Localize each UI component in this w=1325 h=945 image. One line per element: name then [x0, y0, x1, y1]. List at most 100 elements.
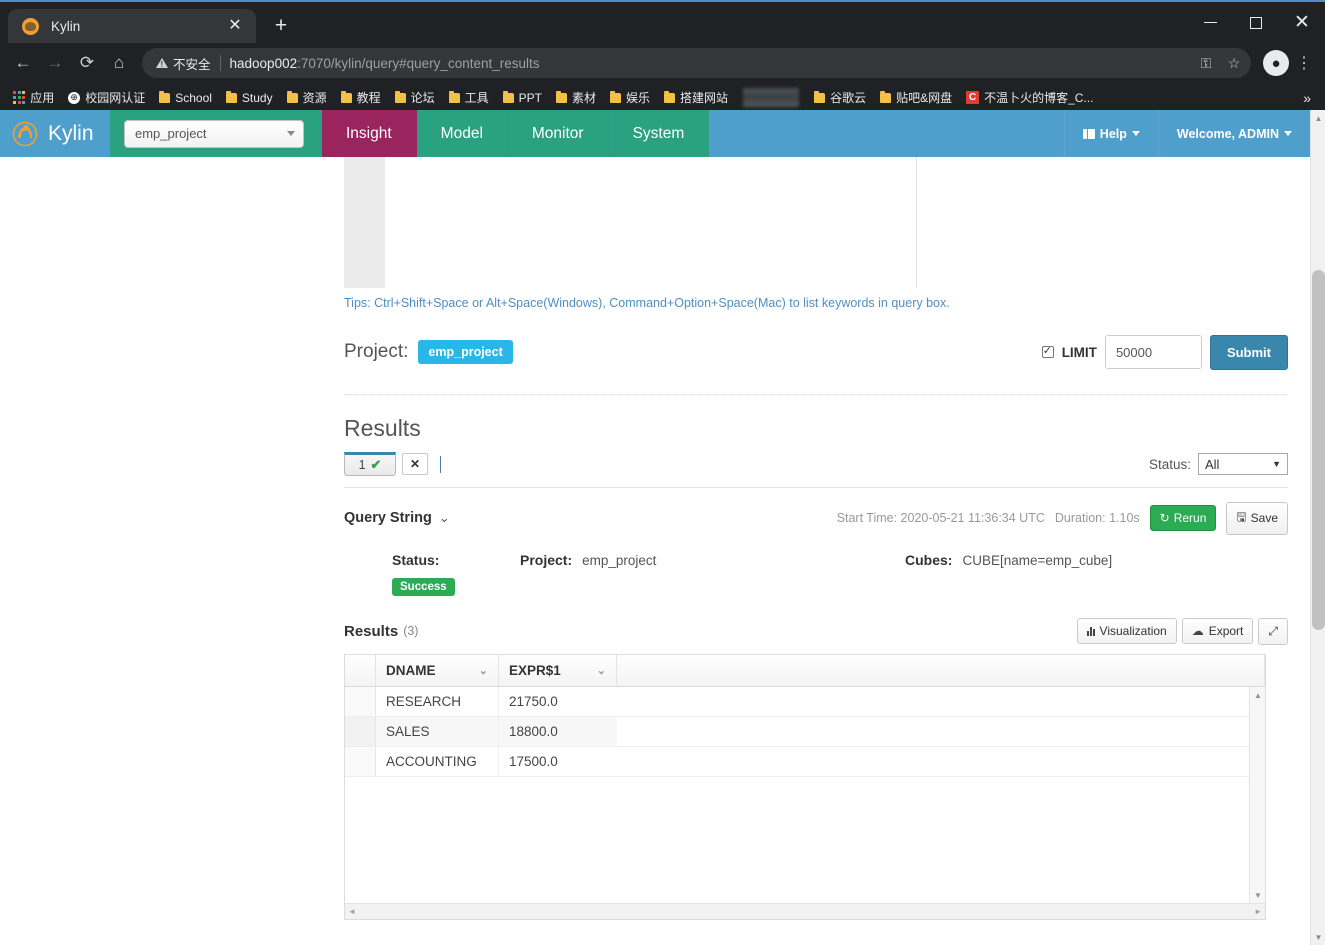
scroll-down-icon[interactable]: ▼	[1250, 887, 1265, 903]
nav-item-monitor[interactable]: Monitor	[507, 110, 609, 157]
rerun-button[interactable]: ↻ Rerun	[1149, 505, 1217, 531]
profile-icon[interactable]: ●	[1263, 50, 1289, 76]
grid-vertical-scrollbar[interactable]: ▲ ▼	[1249, 687, 1265, 903]
limit-input[interactable]	[1104, 335, 1202, 369]
back-icon[interactable]: ←	[8, 48, 38, 78]
bookmark-csdn-blog[interactable]: C 不温卜火的博客_C...	[959, 86, 1100, 109]
nav-item-model[interactable]: Model	[416, 110, 508, 157]
bookmark-google-cloud[interactable]: 谷歌云	[807, 86, 873, 109]
column-header-expr1[interactable]: EXPR$1 ⌄	[499, 655, 617, 686]
close-window-button[interactable]: ✕	[1279, 2, 1325, 43]
scroll-right-icon[interactable]: ►	[1254, 907, 1262, 916]
new-tab-button[interactable]: +	[266, 11, 296, 41]
page-scrollbar[interactable]: ▲ ▼	[1310, 110, 1325, 945]
bookmark-gongju[interactable]: 工具	[442, 86, 496, 109]
page-scroll-up-icon[interactable]: ▲	[1311, 110, 1325, 126]
security-warning[interactable]: 不安全	[156, 54, 211, 73]
bookmark-apps[interactable]: 应用	[6, 86, 61, 109]
info-project: Project: emp_project	[520, 552, 905, 596]
column-header-dname[interactable]: DNAME ⌄	[376, 655, 499, 686]
bookmark-sucai[interactable]: 素材	[549, 86, 603, 109]
project-value: emp_project	[582, 553, 657, 568]
kebab-menu-icon[interactable]: ⋮	[1291, 50, 1317, 76]
duration: Duration: 1.10s	[1054, 511, 1140, 525]
reload-icon[interactable]: ⟳	[72, 48, 102, 78]
kylin-nav-right: Help Welcome, ADMIN	[1063, 110, 1310, 157]
bookmark-label: Study	[241, 90, 273, 105]
query-string-label[interactable]: Query String	[344, 510, 432, 526]
browser-tab[interactable]: Kylin ✕	[8, 9, 256, 43]
minimize-button[interactable]	[1187, 2, 1233, 43]
result-tab-1[interactable]: 1 ✔	[344, 452, 396, 476]
visualization-button[interactable]: Visualization	[1076, 618, 1177, 644]
bookmarks-overflow-icon[interactable]: »	[1295, 90, 1319, 106]
user-menu[interactable]: Welcome, ADMIN	[1157, 110, 1310, 157]
folder-icon	[814, 90, 826, 103]
grid-horizontal-scrollbar[interactable]: ◄ ►	[345, 903, 1265, 919]
bookmark-campus-net[interactable]: ⊕ 校园网认证	[61, 86, 152, 109]
url-path: :7070/kylin/query#query_content_results	[297, 55, 540, 71]
star-icon[interactable]: ☆	[1221, 50, 1247, 76]
close-result-tab-button[interactable]: ✕	[402, 453, 428, 475]
page-scroll-down-icon[interactable]: ▼	[1311, 929, 1325, 945]
folder-icon	[664, 90, 676, 103]
save-button[interactable]: 🖫 Save	[1226, 501, 1288, 535]
chevron-down-icon	[1131, 131, 1140, 136]
bookmark-ppt[interactable]: PPT	[496, 88, 549, 108]
chevron-down-icon	[287, 131, 295, 136]
bookmark-label: PPT	[518, 90, 543, 105]
bookmark-school[interactable]: School	[152, 88, 219, 108]
address-bar[interactable]: 不安全 hadoop002:7070/kylin/query#query_con…	[142, 48, 1251, 78]
page-scroll-thumb[interactable]	[1312, 270, 1325, 630]
project-label: Project:	[344, 341, 409, 362]
editor-tips: Tips: Ctrl+Shift+Space or Alt+Space(Wind…	[344, 296, 950, 310]
close-tab-icon[interactable]: ✕	[224, 15, 246, 37]
nav-item-system[interactable]: System	[608, 110, 710, 157]
omnibox-row: ← → ⟳ ⌂ 不安全 hadoop002:7070/kylin/query#q…	[0, 43, 1325, 83]
bookmark-jianzhanwangzhan[interactable]: 搭建网站	[657, 86, 735, 109]
bookmark-redacted[interactable]	[743, 88, 800, 107]
sql-query-editor[interactable]	[344, 157, 917, 288]
submit-button[interactable]: Submit	[1209, 334, 1288, 370]
tabs-divider	[344, 487, 1288, 488]
page-viewport: Kylin emp_project Insight Model Monitor …	[0, 110, 1325, 945]
result-tab-number: 1	[358, 458, 366, 472]
kylin-app: Kylin emp_project Insight Model Monitor …	[0, 110, 1310, 945]
chevron-down-icon[interactable]: ⌄	[467, 664, 488, 677]
export-button[interactable]: ☁ Export	[1181, 618, 1254, 644]
limit-checkbox[interactable]	[1041, 344, 1054, 358]
help-menu[interactable]: Help	[1063, 110, 1158, 157]
bookmark-label: 资源	[302, 91, 327, 105]
chevron-double-down-icon[interactable]: ⌄	[439, 510, 450, 526]
bookmark-ziyuan[interactable]: 资源	[280, 86, 334, 109]
scroll-left-icon[interactable]: ◄	[348, 907, 356, 916]
omnibox-icons: ⚿ ☆	[1193, 50, 1247, 76]
forward-icon[interactable]: →	[40, 48, 70, 78]
bookmark-luntan[interactable]: 论坛	[388, 86, 442, 109]
chevron-down-icon[interactable]: ⌄	[585, 664, 606, 677]
browser-chrome: Kylin ✕ + ✕ ← → ⟳ ⌂ 不安全 hadoop002:7070/	[0, 0, 1325, 110]
status-filter-select[interactable]: All ▼	[1198, 453, 1288, 475]
bookmark-tieba-wangpan[interactable]: 贴吧&网盘	[873, 86, 959, 109]
kylin-navbar: Kylin emp_project Insight Model Monitor …	[0, 110, 1310, 157]
bookmark-jiaocheng[interactable]: 教程	[334, 86, 388, 109]
chevron-down-icon	[1284, 131, 1292, 136]
kylin-brand[interactable]: Kylin	[0, 110, 110, 157]
project-selector[interactable]: emp_project	[124, 119, 304, 148]
nav-item-insight[interactable]: Insight	[322, 110, 417, 157]
maximize-button[interactable]	[1233, 2, 1279, 43]
table-row[interactable]: RESEARCH 21750.0	[345, 687, 1265, 717]
bookmark-yule[interactable]: 娱乐	[603, 86, 657, 109]
key-icon[interactable]: ⚿	[1193, 50, 1219, 76]
folder-icon	[340, 90, 352, 103]
table-row[interactable]: SALES 18800.0	[345, 717, 1265, 747]
expand-button[interactable]: ⤢	[1258, 617, 1288, 645]
results-table-bar: Results (3) Visualization ☁ Export ⤢	[344, 617, 1288, 645]
bookmark-study[interactable]: Study	[219, 88, 280, 108]
table-row[interactable]: ACCOUNTING 17500.0	[345, 747, 1265, 777]
tab-title: Kylin	[51, 18, 81, 34]
home-icon[interactable]: ⌂	[104, 48, 134, 78]
bookmark-label: 校园网认证	[85, 91, 146, 105]
scroll-up-icon[interactable]: ▲	[1250, 687, 1265, 703]
column-header-label: EXPR$1	[509, 663, 561, 678]
